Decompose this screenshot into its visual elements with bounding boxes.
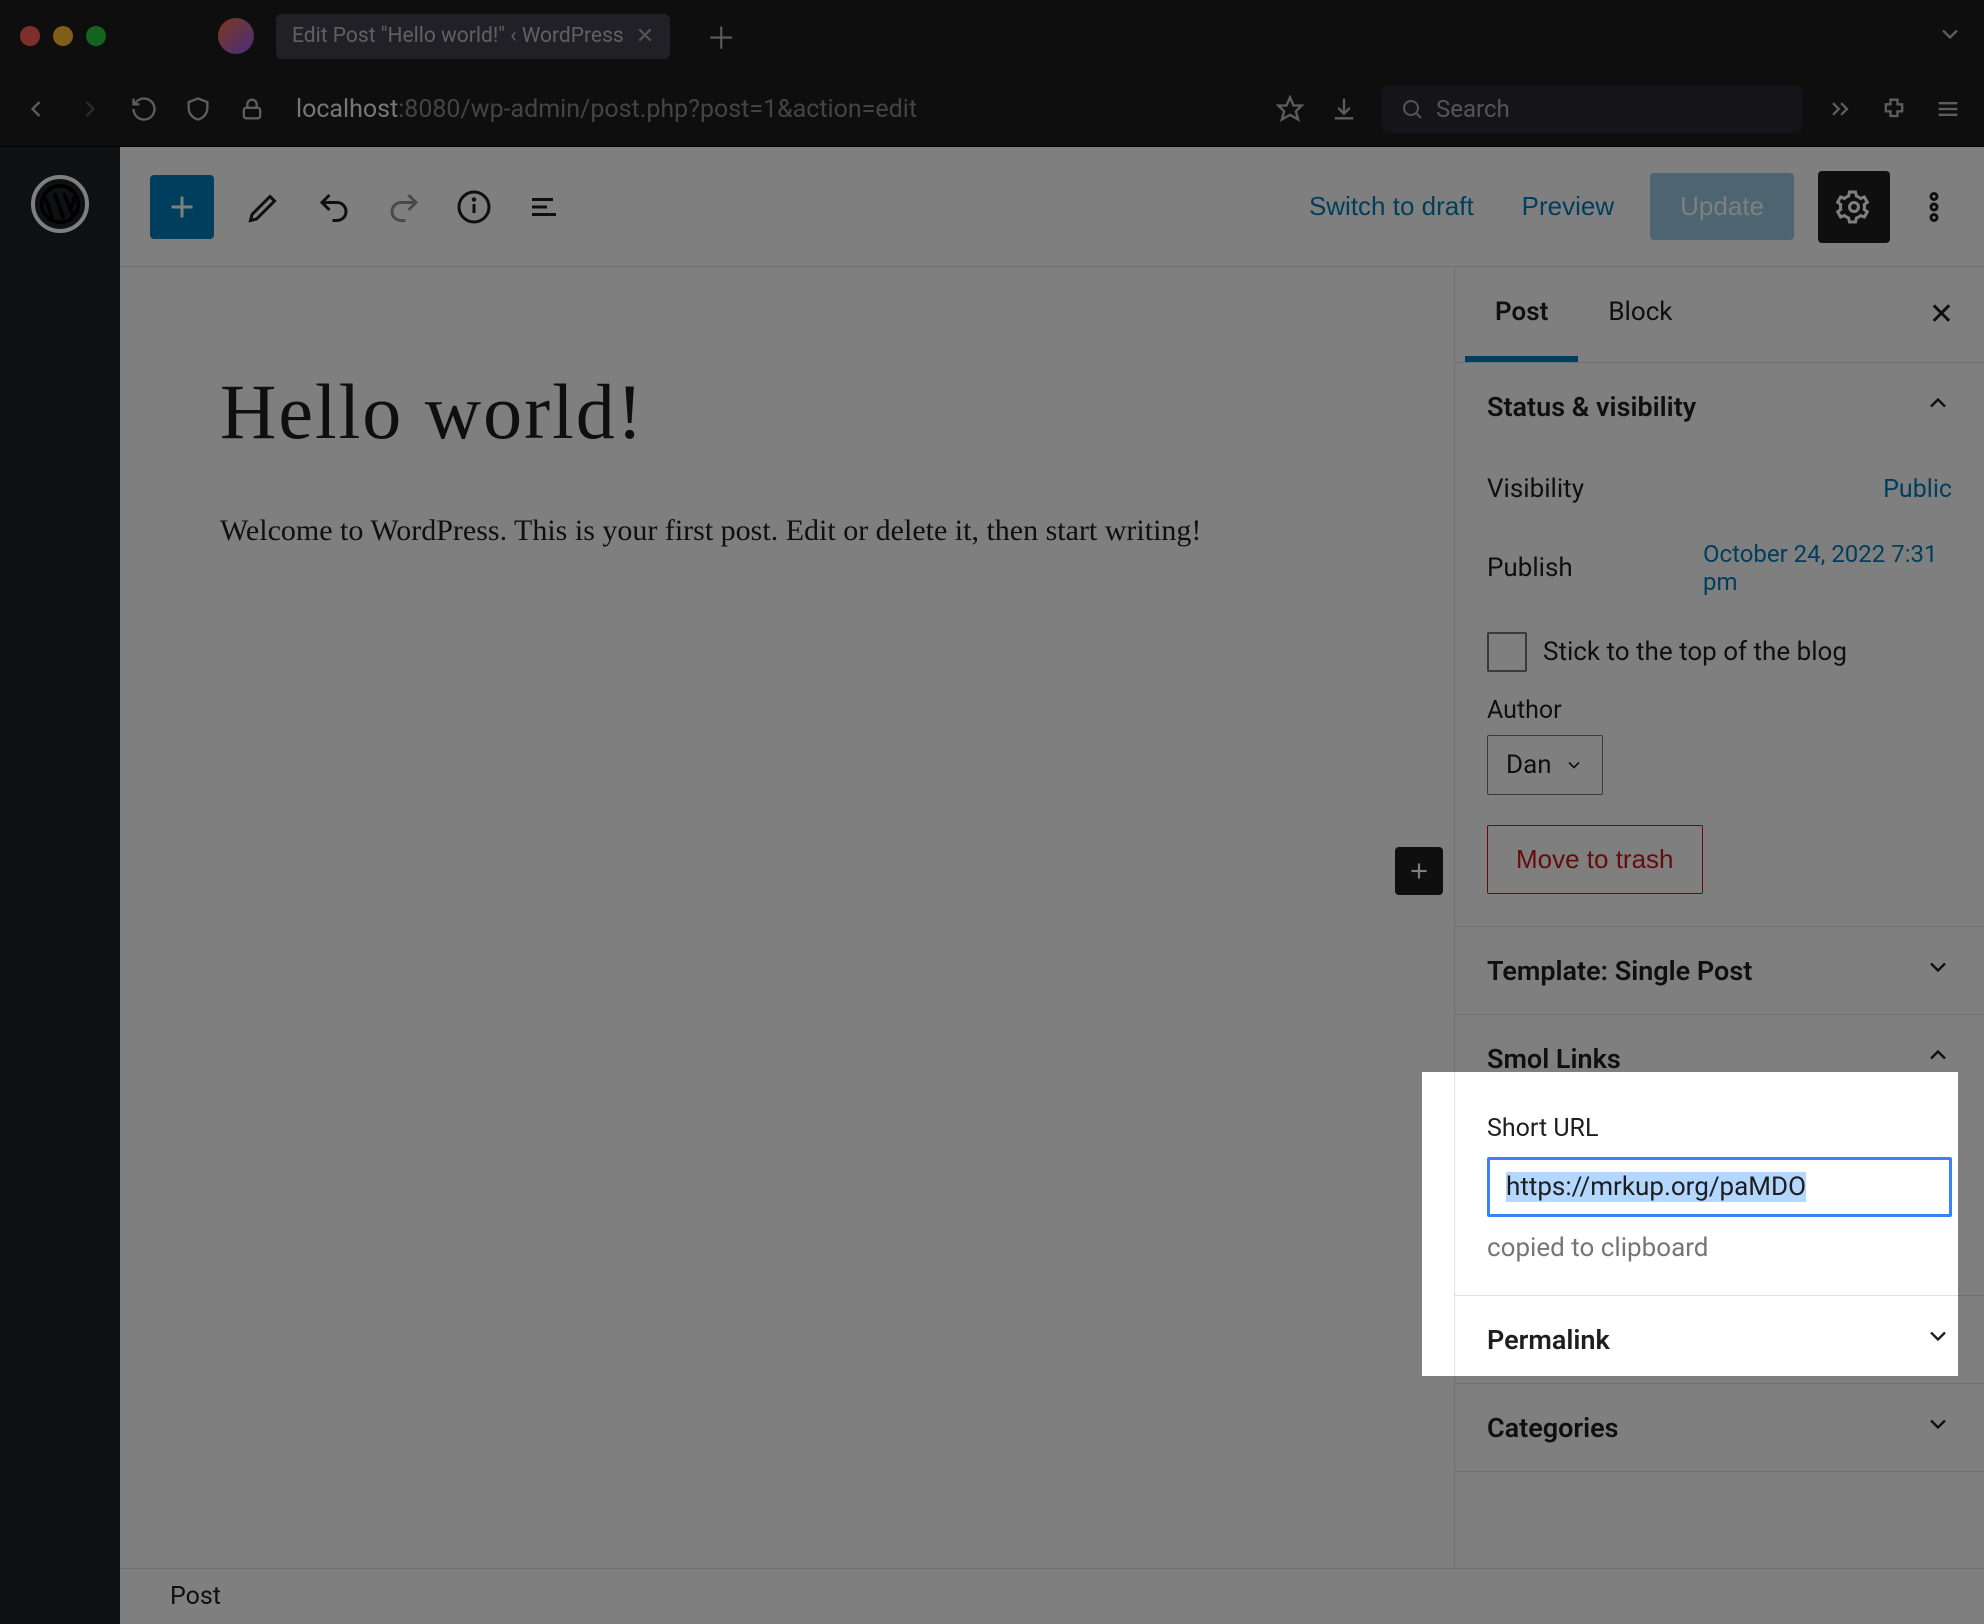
update-button[interactable]: Update bbox=[1650, 173, 1794, 240]
panel-title: Permalink bbox=[1487, 1324, 1610, 1356]
visibility-value[interactable]: Public bbox=[1883, 475, 1952, 504]
tools-button[interactable] bbox=[244, 187, 284, 227]
publish-row: Publish October 24, 2022 7:31 pm bbox=[1487, 522, 1952, 614]
publish-value[interactable]: October 24, 2022 7:31 pm bbox=[1703, 540, 1952, 596]
sticky-label: Stick to the top of the blog bbox=[1543, 637, 1847, 667]
panel-title: Smol Links bbox=[1487, 1043, 1621, 1075]
close-tab-icon[interactable]: ✕ bbox=[636, 24, 654, 49]
panel-smol-links: Smol Links Short URL https://mrkup.org/p… bbox=[1455, 1015, 1984, 1296]
window-controls bbox=[20, 26, 106, 46]
back-button[interactable] bbox=[20, 93, 52, 125]
sticky-checkbox[interactable] bbox=[1487, 632, 1527, 672]
chevron-down-icon bbox=[1924, 1410, 1952, 1445]
author-value: Dan bbox=[1506, 750, 1552, 780]
panel-header-categories[interactable]: Categories bbox=[1455, 1384, 1984, 1471]
publish-label: Publish bbox=[1487, 553, 1687, 583]
short-url-value: https://mrkup.org/paMDO bbox=[1506, 1172, 1806, 1202]
short-url-label: Short URL bbox=[1487, 1114, 1952, 1143]
visibility-row: Visibility Public bbox=[1487, 456, 1952, 522]
minimize-window-button[interactable] bbox=[53, 26, 73, 46]
tab-title: Edit Post "Hello world!" ‹ WordPress bbox=[292, 24, 624, 48]
breadcrumb[interactable]: Post bbox=[170, 1582, 221, 1611]
chevron-down-icon bbox=[1924, 953, 1952, 988]
tab-post[interactable]: Post bbox=[1465, 267, 1578, 362]
sidebar-tabs: Post Block ✕ bbox=[1455, 267, 1984, 363]
url-path: :8080/wp-admin/post.php?post=1&action=ed… bbox=[398, 95, 917, 124]
reload-button[interactable] bbox=[128, 93, 160, 125]
editor-canvas[interactable]: Hello world! Welcome to WordPress. This … bbox=[120, 267, 1454, 1624]
panel-header-template[interactable]: Template: Single Post bbox=[1455, 927, 1984, 1014]
panel-header-smol-links[interactable]: Smol Links bbox=[1455, 1015, 1984, 1102]
lock-icon[interactable] bbox=[236, 93, 268, 125]
panel-title: Categories bbox=[1487, 1412, 1619, 1444]
hamburger-menu-icon[interactable] bbox=[1932, 93, 1964, 125]
sticky-row[interactable]: Stick to the top of the blog bbox=[1487, 614, 1952, 690]
maximize-window-button[interactable] bbox=[86, 26, 106, 46]
author-label: Author bbox=[1487, 696, 1952, 725]
undo-button[interactable] bbox=[314, 187, 354, 227]
downloads-icon[interactable] bbox=[1328, 93, 1360, 125]
bookmark-icon[interactable] bbox=[1274, 93, 1306, 125]
copied-hint: copied to clipboard bbox=[1487, 1233, 1952, 1263]
move-to-trash-button[interactable]: Move to trash bbox=[1487, 825, 1703, 894]
search-placeholder: Search bbox=[1436, 95, 1510, 123]
editor: Switch to draft Preview Update Hello wor… bbox=[120, 147, 1984, 1624]
forward-button[interactable] bbox=[74, 93, 106, 125]
preview-button[interactable]: Preview bbox=[1510, 177, 1626, 236]
settings-button[interactable] bbox=[1818, 171, 1890, 243]
post-content[interactable]: Welcome to WordPress. This is your first… bbox=[220, 505, 1354, 558]
admin-sidebar bbox=[0, 147, 120, 1624]
panel-body-status: Visibility Public Publish October 24, 20… bbox=[1455, 450, 1984, 926]
header-actions: Switch to draft Preview Update bbox=[1297, 171, 1954, 243]
wordpress-editor: Switch to draft Preview Update Hello wor… bbox=[0, 147, 1984, 1624]
short-url-input[interactable]: https://mrkup.org/paMDO bbox=[1487, 1157, 1952, 1217]
editor-header: Switch to draft Preview Update bbox=[120, 147, 1984, 267]
post-title[interactable]: Hello world! bbox=[220, 367, 1354, 457]
firefox-icon bbox=[218, 18, 254, 54]
browser-tab[interactable]: Edit Post "Hello world!" ‹ WordPress ✕ bbox=[276, 14, 670, 59]
panel-template: Template: Single Post bbox=[1455, 927, 1984, 1015]
shield-icon[interactable] bbox=[182, 93, 214, 125]
wordpress-logo-icon[interactable] bbox=[31, 175, 89, 233]
chevron-up-icon bbox=[1924, 389, 1952, 424]
url-host: localhost bbox=[296, 95, 398, 124]
more-options-button[interactable] bbox=[1914, 187, 1954, 227]
window: Edit Post "Hello world!" ‹ WordPress ✕ ＋… bbox=[0, 0, 1984, 1624]
panel-body-smol-links: Short URL https://mrkup.org/paMDO copied… bbox=[1455, 1102, 1984, 1295]
chevron-up-icon bbox=[1924, 1041, 1952, 1076]
panel-title: Template: Single Post bbox=[1487, 955, 1752, 987]
close-window-button[interactable] bbox=[20, 26, 40, 46]
new-tab-button[interactable]: ＋ bbox=[706, 14, 736, 58]
chevron-down-icon bbox=[1924, 1322, 1952, 1357]
editor-body: Hello world! Welcome to WordPress. This … bbox=[120, 267, 1984, 1624]
panel-header-status[interactable]: Status & visibility bbox=[1455, 363, 1984, 450]
add-block-button[interactable] bbox=[150, 175, 214, 239]
chevron-down-icon bbox=[1564, 755, 1584, 775]
close-sidebar-icon[interactable]: ✕ bbox=[1929, 297, 1954, 332]
extensions-icon[interactable] bbox=[1878, 93, 1910, 125]
settings-sidebar: Post Block ✕ Status & visibility Visibil… bbox=[1454, 267, 1984, 1624]
visibility-label: Visibility bbox=[1487, 474, 1687, 504]
search-box[interactable]: Search bbox=[1382, 85, 1802, 133]
switch-to-draft-button[interactable]: Switch to draft bbox=[1297, 177, 1486, 236]
tabs-overflow-icon[interactable] bbox=[1936, 20, 1964, 52]
browser-toolbar: localhost:8080/wp-admin/post.php?post=1&… bbox=[0, 72, 1984, 147]
browser-titlebar: Edit Post "Hello world!" ‹ WordPress ✕ ＋ bbox=[0, 0, 1984, 72]
panel-status-visibility: Status & visibility Visibility Public Pu… bbox=[1455, 363, 1984, 927]
details-button[interactable] bbox=[454, 187, 494, 227]
inline-block-inserter[interactable] bbox=[1395, 847, 1443, 895]
overflow-icon[interactable] bbox=[1824, 93, 1856, 125]
tab-block[interactable]: Block bbox=[1578, 267, 1702, 362]
redo-button[interactable] bbox=[384, 187, 424, 227]
address-bar[interactable]: localhost:8080/wp-admin/post.php?post=1&… bbox=[296, 95, 917, 124]
outline-button[interactable] bbox=[524, 187, 564, 227]
panel-title: Status & visibility bbox=[1487, 391, 1696, 423]
search-icon bbox=[1400, 97, 1424, 121]
editor-footer: Post bbox=[120, 1568, 1984, 1624]
panel-permalink: Permalink bbox=[1455, 1296, 1984, 1384]
panel-categories: Categories bbox=[1455, 1384, 1984, 1472]
author-select[interactable]: Dan bbox=[1487, 735, 1603, 795]
panel-header-permalink[interactable]: Permalink bbox=[1455, 1296, 1984, 1383]
